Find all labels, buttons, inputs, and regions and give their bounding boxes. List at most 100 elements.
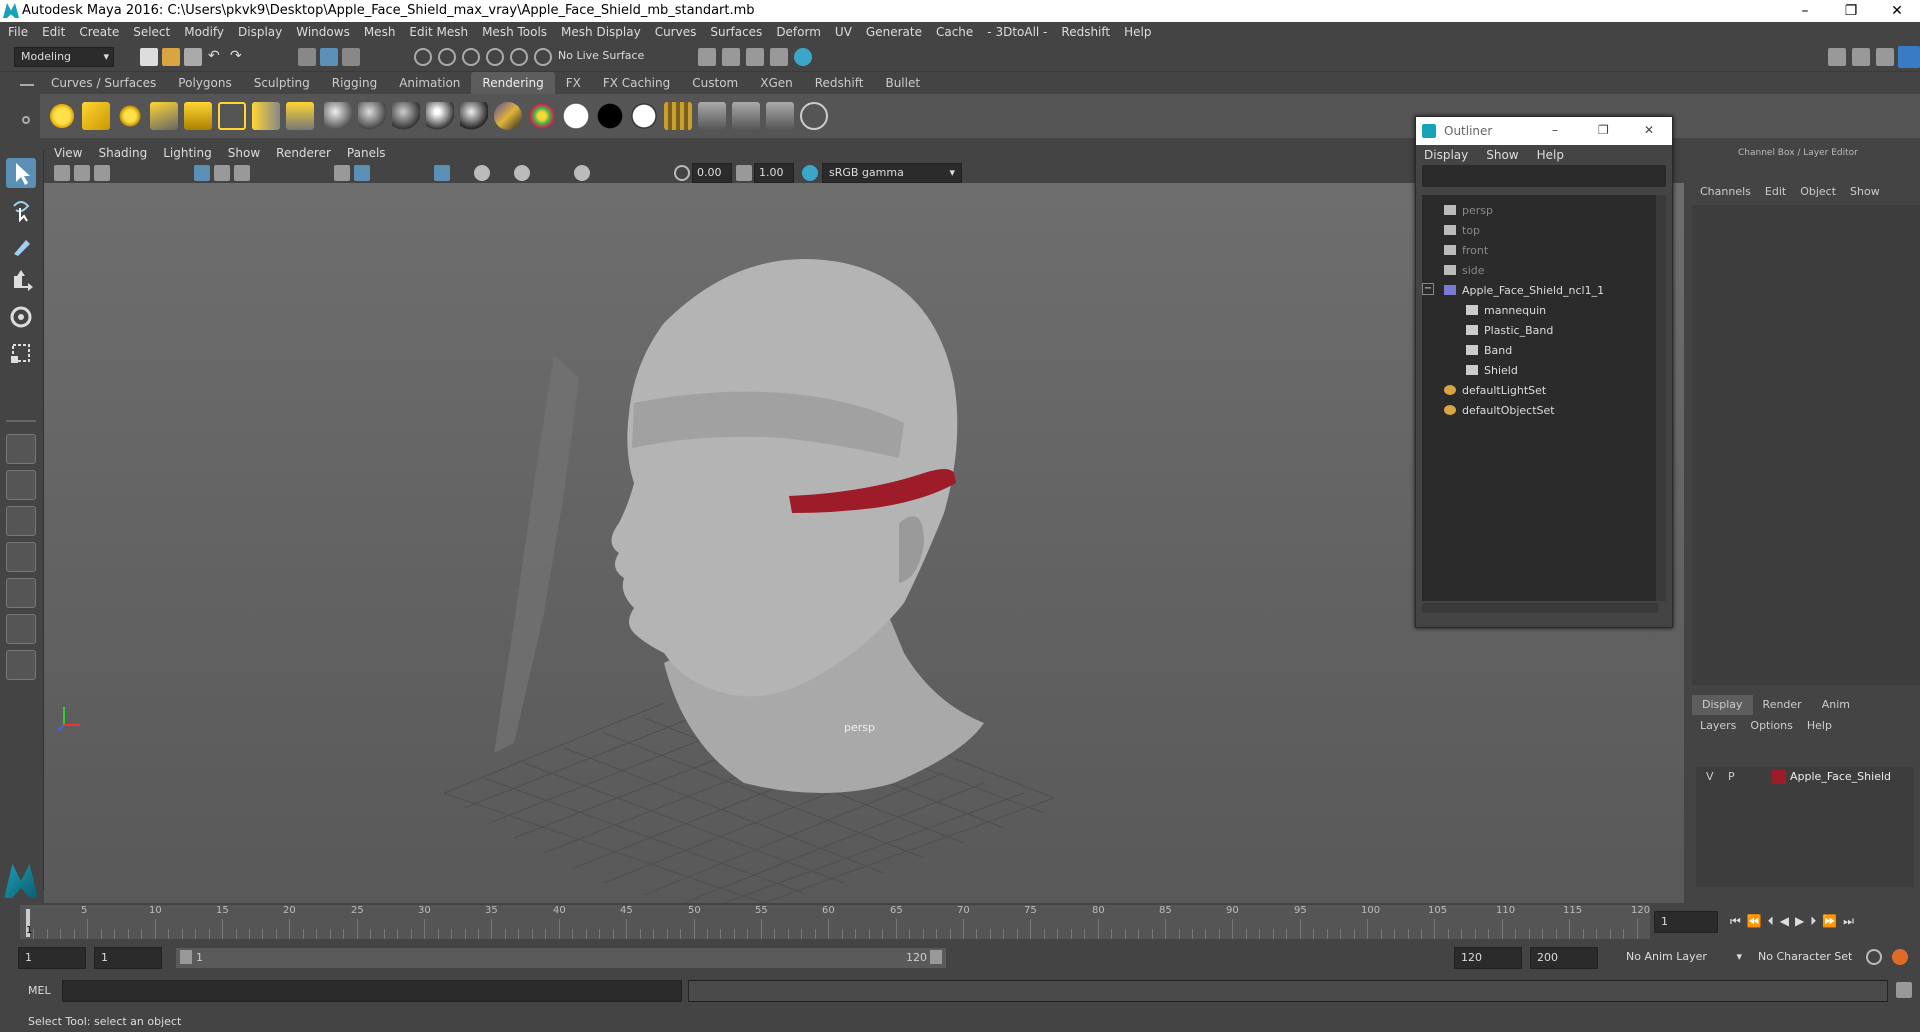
layer-tab-render[interactable]: Render [1753,695,1812,715]
lambert-material-icon[interactable] [324,102,352,130]
outliner-horizontal-scrollbar[interactable] [1422,603,1658,613]
use-background-icon[interactable] [596,102,624,130]
menu-mesh[interactable]: Mesh [364,25,396,39]
render-current-frame-icon[interactable] [722,48,740,66]
outliner-item-persp[interactable]: persp [1422,201,1658,221]
outliner-item-mannequin[interactable]: mannequin [1422,301,1658,321]
channel-box-menu-edit[interactable]: Edit [1765,185,1786,203]
shelf-tab-animation[interactable]: Animation [388,72,471,94]
layer-menu-layers[interactable]: Layers [1700,719,1736,737]
rotate-tool-icon[interactable] [6,302,36,332]
redo-icon[interactable]: ↷ [230,48,248,66]
outliner-item-defaultlightset[interactable]: defaultLightSet [1422,381,1658,401]
menu-edit-mesh[interactable]: Edit Mesh [409,25,468,39]
menu-generate[interactable]: Generate [866,25,922,39]
shelf-settings-icon[interactable] [22,116,30,124]
close-button[interactable]: ✕ [1874,0,1920,22]
outliner-item-front[interactable]: front [1422,241,1658,261]
menu-cache[interactable]: Cache [936,25,973,39]
viewport-menu-shading[interactable]: Shading [98,146,147,160]
film-gate-icon[interactable] [214,165,230,181]
snap-surface-icon[interactable] [510,48,528,66]
batch-render-icon[interactable] [732,102,760,130]
mel-label[interactable]: MEL [28,984,51,997]
persp-graph-layout-icon[interactable] [6,542,36,572]
isolate-select-icon[interactable] [574,165,590,181]
range-slider[interactable]: 1 120 [176,948,946,968]
outliner-item-side[interactable]: side [1422,261,1658,281]
playback-end-field[interactable]: 120 [1454,947,1522,969]
volume-light-icon[interactable] [218,102,246,130]
select-camera-icon[interactable] [54,165,70,181]
phong-material-icon[interactable] [392,102,420,130]
camera-attributes-icon[interactable] [74,165,90,181]
range-start-handle[interactable] [180,950,192,964]
toggle-channel-box-icon[interactable] [1898,46,1920,68]
shelf-tab-fx-caching[interactable]: FX Caching [592,72,681,94]
menu-file[interactable]: File [8,25,28,39]
undo-icon[interactable]: ↶ [208,48,226,66]
outliner-menu-show[interactable]: Show [1486,148,1518,162]
mel-input[interactable] [62,980,682,1002]
menu-curves[interactable]: Curves [655,25,697,39]
layered-shader-icon[interactable] [494,102,522,130]
exposure-icon[interactable] [674,165,690,181]
ambient-light-icon[interactable] [48,102,76,130]
shelf-tab-polygons[interactable]: Polygons [167,72,242,94]
checker-texture-icon[interactable] [664,102,692,130]
character-set-dropdown[interactable]: No Character Set [1752,947,1862,969]
hypershade-icon[interactable] [794,48,812,66]
outliner-close-button[interactable]: ✕ [1644,123,1654,137]
outliner-maximize-button[interactable]: ❐ [1598,123,1609,137]
menu-mesh-tools[interactable]: Mesh Tools [482,25,547,39]
animation-preferences-icon[interactable] [1892,949,1908,965]
wireframe-icon[interactable] [334,165,350,181]
snap-curve-icon[interactable] [438,48,456,66]
outliner-item-apple-face-shield-ncl1-1[interactable]: Apple_Face_Shield_ncl1_1 − [1422,281,1658,301]
menu-redshift[interactable]: Redshift [1061,25,1110,39]
spot-light-icon[interactable] [150,102,178,130]
mode-dropdown[interactable]: Modeling ▾ [14,47,114,67]
current-frame-field[interactable]: 1 [1654,911,1718,933]
persp-outliner-layout-icon[interactable] [6,506,36,536]
lasso-tool-icon[interactable] [6,194,36,224]
custom-layout-icon[interactable] [6,650,36,680]
menu-modify[interactable]: Modify [184,25,224,39]
camera-aim-icon[interactable] [252,102,280,130]
scale-tool-icon[interactable] [6,338,36,368]
shelf-tab-menu-icon[interactable] [20,84,34,86]
script-editor-icon[interactable] [1896,982,1912,998]
shelf-tab-rendering[interactable]: Rendering [471,72,555,94]
directional-light-icon[interactable] [82,102,110,130]
layer-menu-help[interactable]: Help [1807,719,1832,737]
anisotropic-material-icon[interactable] [460,102,488,130]
shelf-tab-custom[interactable]: Custom [681,72,749,94]
grid-toggle-icon[interactable] [194,165,210,181]
channel-box-menu-object[interactable]: Object [1800,185,1836,203]
snap-point-icon[interactable] [462,48,480,66]
new-scene-icon[interactable] [140,48,158,66]
ramp-shader-icon[interactable] [528,102,556,130]
channel-box-menu-show[interactable]: Show [1850,185,1880,203]
shelf-tab-fx[interactable]: FX [555,72,592,94]
channel-box-menu-channels[interactable]: Channels [1700,185,1751,203]
end-time-field[interactable]: 200 [1530,947,1598,969]
select-tool-icon[interactable] [6,158,36,188]
area-light-icon[interactable] [184,102,212,130]
collapse-toggle-icon[interactable]: − [1422,283,1434,295]
layer-playback-toggle[interactable]: P [1728,770,1735,783]
shelf-tab-redshift[interactable]: Redshift [804,72,875,94]
menu-display[interactable]: Display [238,25,282,39]
outliner-search-field[interactable] [1422,165,1666,187]
menu-deform[interactable]: Deform [776,25,821,39]
camera-icon[interactable] [286,102,314,130]
menu-3dtoall[interactable]: - 3DtoAll - [987,25,1047,39]
layer-color-swatch[interactable] [1772,770,1786,784]
menu-select[interactable]: Select [133,25,170,39]
outliner-menu-display[interactable]: Display [1424,148,1468,162]
exposure-field[interactable]: 0.00 [692,163,732,183]
viewport-menu-lighting[interactable]: Lighting [163,146,212,160]
menu-help[interactable]: Help [1124,25,1151,39]
layer-visibility-toggle[interactable]: V [1706,770,1714,783]
paint-select-tool-icon[interactable] [6,230,36,260]
